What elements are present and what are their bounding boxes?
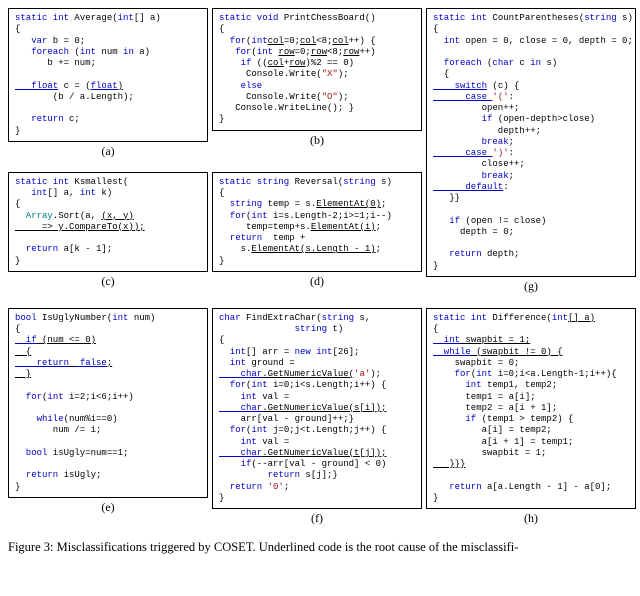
code-b: static void PrintChessBoard() { for(intc… [212, 8, 422, 131]
panel-f: char FindExtraChar(string s, string t) {… [212, 308, 422, 530]
panel-e: bool IsUglyNumber(int num) { if (num <= … [8, 308, 208, 530]
label-d: (d) [212, 274, 422, 289]
label-b: (b) [212, 133, 422, 148]
label-g: (g) [426, 279, 636, 294]
code-e: bool IsUglyNumber(int num) { if (num <= … [8, 308, 208, 498]
code-d: static string Reversal(string s) { strin… [212, 172, 422, 272]
panel-d: static string Reversal(string s) { strin… [212, 172, 422, 298]
panel-h: static int Difference(int[] a) { int swa… [426, 308, 636, 530]
code-c: static int Ksmallest( int[] a, int k) { … [8, 172, 208, 272]
figure-grid: static int Average(int[] a) { var b = 0;… [8, 8, 632, 298]
figure-grid-2: bool IsUglyNumber(int num) { if (num <= … [8, 308, 632, 530]
label-a: (a) [8, 144, 208, 159]
panel-a: static int Average(int[] a) { var b = 0;… [8, 8, 208, 168]
label-c: (c) [8, 274, 208, 289]
panel-c: static int Ksmallest( int[] a, int k) { … [8, 172, 208, 298]
panel-g: static int CountParentheses(string s) { … [426, 8, 636, 298]
label-e: (e) [8, 500, 208, 515]
code-f: char FindExtraChar(string s, string t) {… [212, 308, 422, 509]
label-h: (h) [426, 511, 636, 526]
code-g: static int CountParentheses(string s) { … [426, 8, 636, 277]
label-f: (f) [212, 511, 422, 526]
code-h: static int Difference(int[] a) { int swa… [426, 308, 636, 509]
figure-caption: Figure 3: Misclassifications triggered b… [8, 540, 632, 555]
panel-b: static void PrintChessBoard() { for(intc… [212, 8, 422, 168]
code-a: static int Average(int[] a) { var b = 0;… [8, 8, 208, 142]
